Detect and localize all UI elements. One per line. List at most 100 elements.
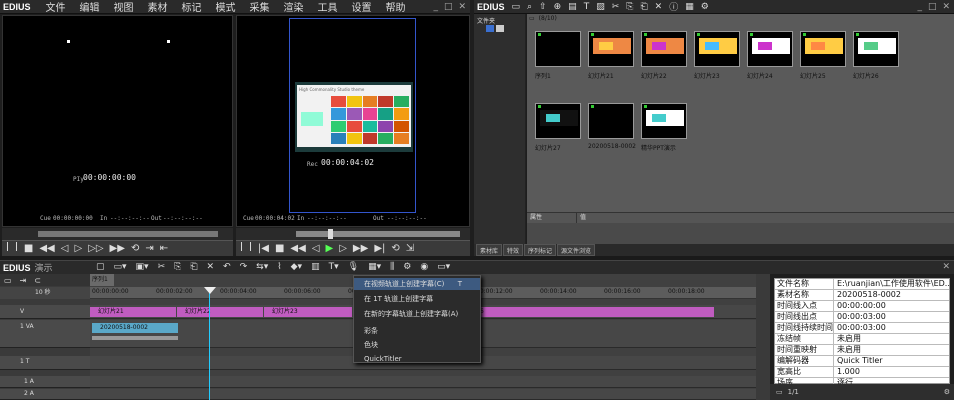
delete-icon[interactable]: ✕ [655,2,663,12]
bin-clip-thumbnail[interactable] [641,31,687,67]
timeline-cursor[interactable] [209,287,210,400]
step-forward-icon[interactable]: ▷ [339,243,347,254]
timeline-scrollbar[interactable] [756,274,770,400]
bin-clip-thumbnail[interactable] [853,31,899,67]
copy-icon[interactable]: ⎘ [174,262,181,272]
bin-minimize-icon[interactable]: _ [917,2,922,12]
bin-close-icon[interactable]: ✕ [942,2,950,12]
render-icon[interactable]: ▦▾ [368,262,381,272]
folder-root-icon[interactable] [486,25,494,32]
play-icon[interactable]: ▷ [74,243,82,254]
info-close-icon[interactable]: ✕ [942,262,950,272]
context-menu-item[interactable]: QuickTitler [354,353,480,365]
playhead-marker-icon[interactable] [204,287,216,294]
title-icon[interactable]: T [584,2,590,12]
settings-icon[interactable]: ⚙ [701,2,709,12]
tab-sequence-markers[interactable]: 序列标记 [524,244,557,256]
undo-icon[interactable]: ↶ [223,262,231,272]
bin-clip-thumbnail[interactable] [694,31,740,67]
delete-icon[interactable]: ✕ [207,262,215,272]
menu-help[interactable]: 帮助 [379,0,413,14]
maximize-icon[interactable]: □ [444,2,453,12]
folder-icon[interactable]: ▭ [512,2,521,12]
rewind-icon[interactable]: ◀◀ [39,243,54,254]
menu-mode[interactable]: 模式 [209,0,243,14]
open-icon[interactable]: ▭▾ [114,262,127,272]
color-icon[interactable]: ▨ [596,2,605,12]
insert-icon[interactable]: ⇥ [145,243,153,254]
paste-icon[interactable]: ⎗ [640,2,647,12]
play-icon[interactable]: ▶ [326,243,334,254]
bin-clip-thumbnail[interactable] [535,103,581,139]
track-header-v[interactable]: V [0,305,90,319]
title-icon[interactable]: T▾ [329,262,339,272]
mic-icon[interactable]: 🎙 [348,262,359,272]
bin-maximize-icon[interactable]: □ [928,2,937,12]
rewind-icon[interactable]: ◀◀ [290,243,305,254]
audio-mixer-icon[interactable]: ⫼ [390,262,394,272]
settings-icon[interactable]: ⚙ [403,262,411,272]
close-icon[interactable]: ✕ [458,2,466,12]
prev-edit-icon[interactable]: |◀ [258,243,269,254]
set-out-icon[interactable]: ꟾ [249,243,252,254]
fast-forward-icon[interactable]: ▶▶ [110,243,125,254]
stop-icon[interactable]: ■ [24,243,33,254]
video-clip[interactable]: 幻灯片23 [264,307,352,317]
player-scrub-bar[interactable] [2,228,233,240]
step-back-icon[interactable]: ◁ [61,243,69,254]
fast-forward-icon[interactable]: ▶▶ [353,243,368,254]
video-clip[interactable]: 幻灯片21 [90,307,176,317]
video-clip[interactable]: 幻灯片26 [450,307,714,317]
menu-settings[interactable]: 设置 [345,0,379,14]
cut-icon[interactable]: ✂ [158,262,166,272]
paste-icon[interactable]: ⎗ [190,262,197,272]
audio-lane-2[interactable] [90,389,756,400]
stop-icon[interactable]: ■ [275,243,284,254]
menu-marker[interactable]: 标记 [175,0,209,14]
video-clip[interactable]: 幻灯片22 [177,307,263,317]
loop-icon[interactable]: ⟲ [391,243,399,254]
menu-edit[interactable]: 编辑 [73,0,107,14]
menu-render[interactable]: 渲染 [277,0,311,14]
menu-view[interactable]: 视图 [107,0,141,14]
track-mode-icon[interactable]: ▭ [4,276,12,285]
context-menu-item[interactable]: 在 1T 轨道上创建字幕 [354,293,480,305]
track-header-a1[interactable]: 1 A [0,376,90,388]
bin-clip-thumbnail[interactable] [800,31,846,67]
track-header-a2[interactable]: 2 A [0,389,90,400]
add-clip-icon[interactable]: ⊕ [554,2,562,12]
copy-icon[interactable]: ⎘ [626,2,633,12]
step-forward-icon[interactable]: ▷▷ [88,243,103,254]
mixer-icon[interactable]: ▥ [311,262,320,272]
search-icon[interactable]: ⌕ [527,2,532,12]
info-settings-icon[interactable]: ⚙ [944,388,954,396]
insert-mode-icon[interactable]: ⇥ [20,276,27,285]
loop-icon[interactable]: ⟲ [131,243,139,254]
record-icon[interactable]: ◉ [420,262,428,272]
audio-lane-1[interactable] [90,376,756,388]
cut-icon[interactable]: ✂ [612,2,620,12]
tab-source-browser[interactable]: 源文件浏览 [557,244,596,256]
context-menu-item[interactable]: 彩条 [354,325,480,337]
menu-file[interactable]: 文件 [39,0,73,14]
tab-effects[interactable]: 特效 [503,244,524,256]
bin-clip-thumbnail[interactable] [588,31,634,67]
menu-tools[interactable]: 工具 [311,0,345,14]
bin-clip-thumbnail[interactable] [747,31,793,67]
step-back-icon[interactable]: ◁ [312,243,320,254]
folder-root-icon[interactable] [496,25,504,32]
sync-icon[interactable]: ⊂ [34,276,41,285]
recorder-scrub-bar[interactable] [236,228,470,240]
redo-icon[interactable]: ↷ [240,262,248,272]
ripple-icon[interactable]: ⇆▾ [256,262,268,272]
marker-icon[interactable]: ◆▾ [291,262,302,272]
context-menu-item[interactable]: 在视频轨道上创建字幕(C) T [354,278,480,290]
bin-clip-thumbnail[interactable] [641,103,687,139]
next-edit-icon[interactable]: ▶| [374,243,385,254]
playhead-handle[interactable] [328,229,333,239]
add-sequence-icon[interactable]: ▤ [568,2,577,12]
minimize-icon[interactable]: _ [433,2,438,12]
tab-bin[interactable]: 素材库 [476,244,503,256]
overwrite-icon[interactable]: ⇤ [160,243,168,254]
view-icon[interactable]: ▦ [685,2,694,12]
